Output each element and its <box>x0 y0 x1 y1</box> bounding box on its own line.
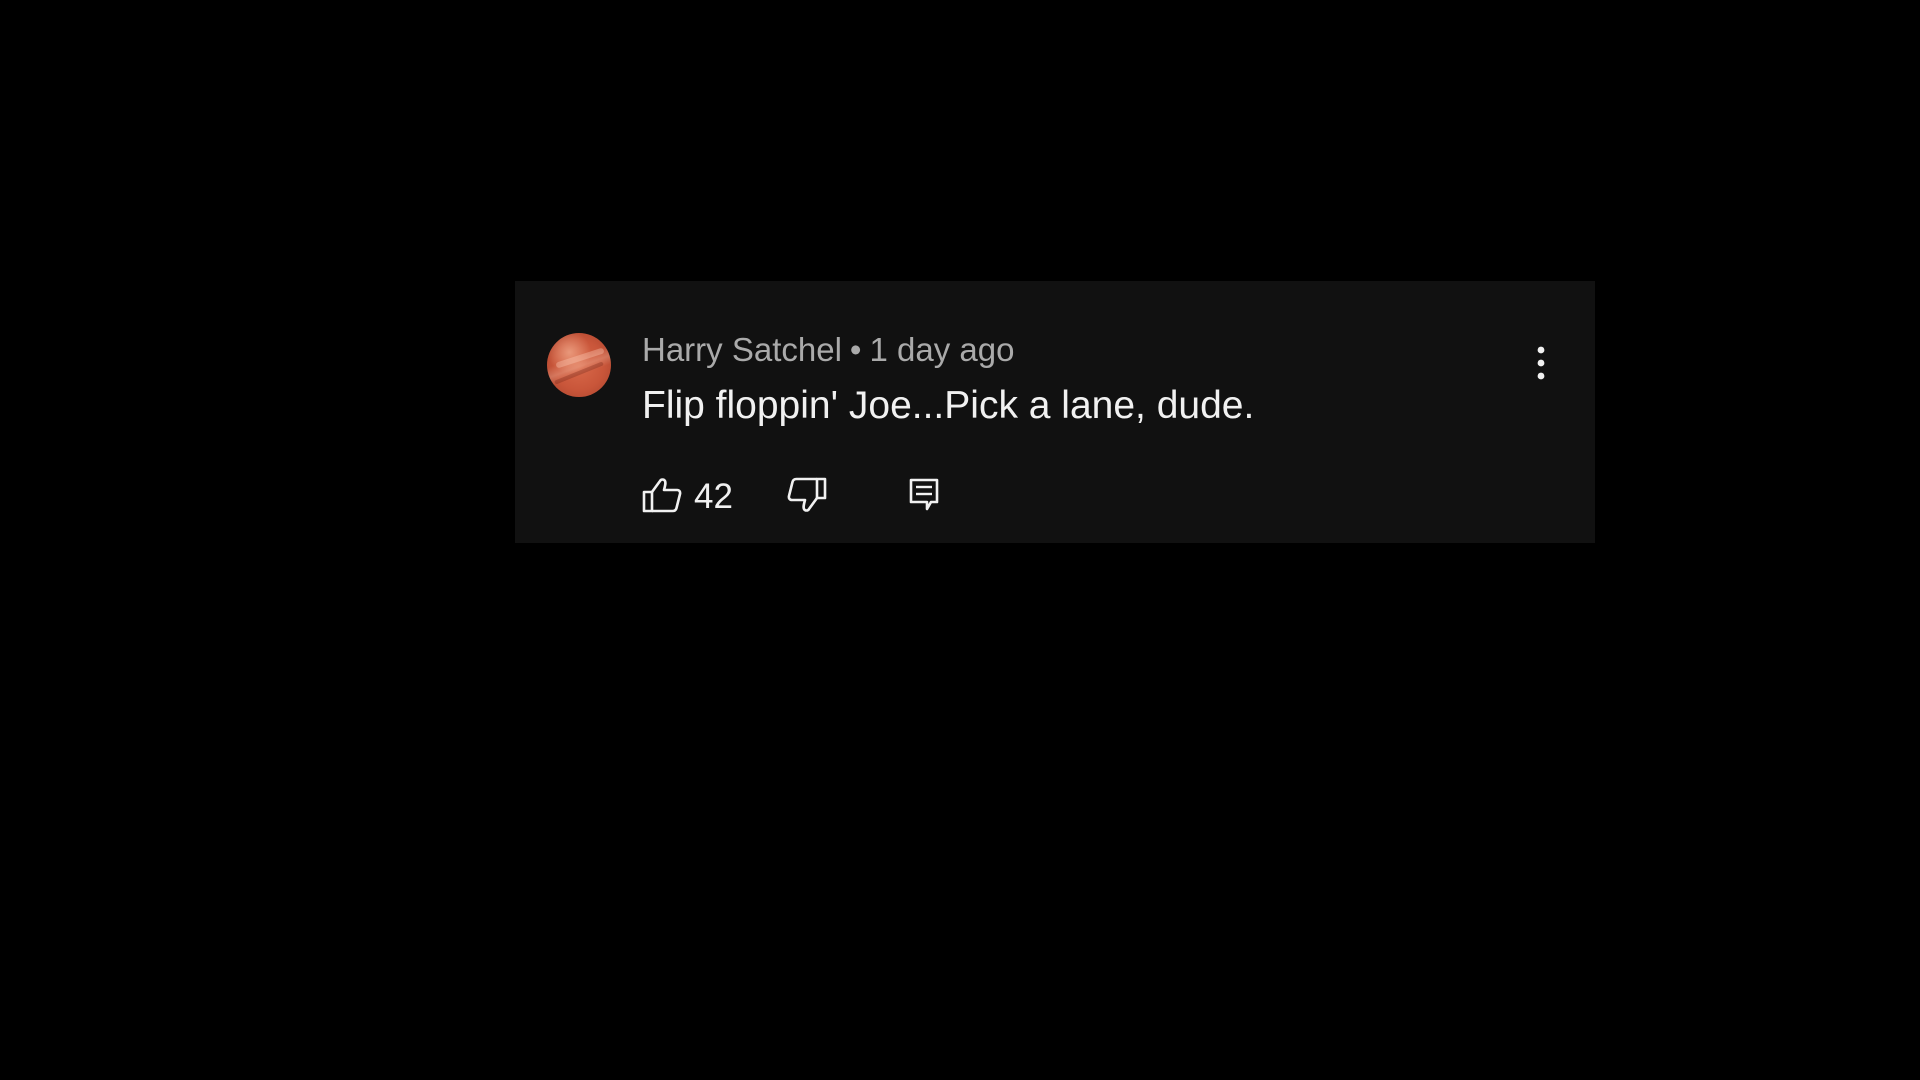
thumbs-down-icon <box>787 477 827 518</box>
comment-actions: 42 <box>642 473 939 521</box>
avatar[interactable] <box>547 333 611 397</box>
comment-menu-button[interactable] <box>1515 339 1567 391</box>
reply-button[interactable] <box>909 478 939 517</box>
dislike-button[interactable] <box>787 477 827 518</box>
comment-text: Flip floppin' Joe...Pick a lane, dude. <box>642 384 1255 427</box>
comment-timestamp[interactable]: 1 day ago <box>869 331 1014 368</box>
reply-comment-icon <box>909 478 939 517</box>
like-count: 42 <box>694 477 733 516</box>
like-button[interactable]: 42 <box>642 477 733 518</box>
meta-separator: • <box>849 331 862 368</box>
comment-card: Harry Satchel • 1 day ago Flip floppin' Jo… <box>515 281 1595 543</box>
thumbs-up-icon <box>642 477 682 518</box>
author-name[interactable]: Harry Satchel <box>642 331 842 368</box>
more-vertical-icon <box>1536 345 1546 386</box>
comment-meta: Harry Satchel • 1 day ago <box>642 331 1014 369</box>
